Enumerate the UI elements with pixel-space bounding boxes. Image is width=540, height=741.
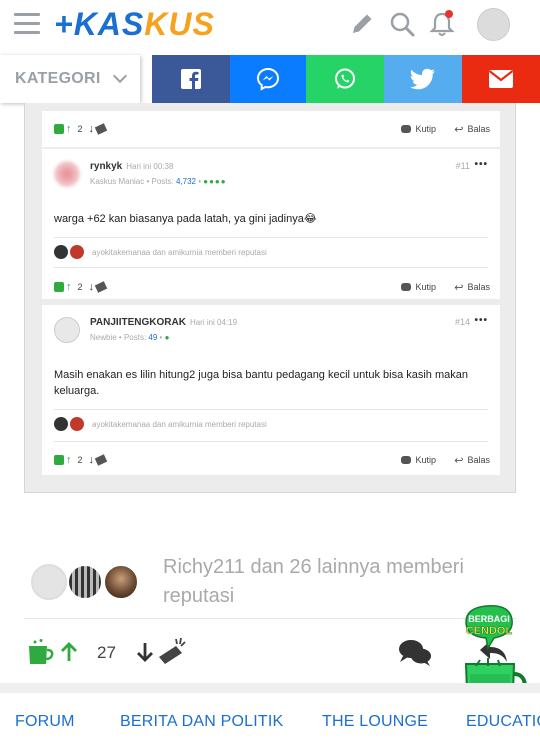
nav-the-lounge[interactable]: THE LOUNGE	[322, 713, 428, 731]
bata-icon[interactable]	[94, 281, 108, 293]
avatar[interactable]	[67, 564, 103, 600]
twitter-icon	[410, 68, 435, 90]
nav-berita-dan-politik[interactable]: BERITA DAN POLITIK	[120, 713, 283, 731]
share-twitter-button[interactable]	[384, 55, 462, 103]
upvote-icon[interactable]	[60, 642, 78, 662]
top-header: +KASKUS	[0, 0, 540, 52]
username[interactable]: PANJIITENGKORAK Hari ini 04:19	[90, 317, 237, 328]
quoted-vote-row: ↑ 2 ↓ Kutip ↩ Balas	[42, 446, 500, 474]
comment-icon[interactable]	[397, 638, 433, 668]
post-time: Hari ini 00:38	[126, 162, 174, 171]
bell-icon[interactable]	[428, 10, 456, 38]
share-whatsapp-button[interactable]	[306, 55, 384, 103]
avatar[interactable]	[54, 317, 80, 343]
share-facebook-button[interactable]	[152, 55, 230, 103]
share-email-button[interactable]	[462, 55, 540, 103]
kategori-dropdown[interactable]: KATEGORI	[0, 55, 140, 103]
section-separator	[0, 683, 540, 693]
user-meta: Newbie • Posts: 49 • ●	[90, 333, 171, 342]
upvote-icon[interactable]: ↑	[66, 123, 72, 135]
downvote-icon[interactable]: ↓	[89, 281, 95, 293]
quote-button[interactable]: Kutip	[401, 455, 436, 465]
vote-count: 2	[77, 282, 83, 292]
email-icon	[488, 70, 514, 88]
messenger-icon	[256, 67, 280, 91]
cendol-icon[interactable]	[54, 455, 64, 465]
divider	[54, 237, 488, 238]
facebook-icon	[181, 69, 201, 89]
cendol-icon[interactable]	[26, 638, 54, 666]
quoted-screenshot: ↑ 2 ↓ Kutip ↩ Balas rynkyk Hari ini 00:38 …	[24, 103, 516, 493]
bata-icon[interactable]	[94, 123, 108, 135]
quote-button[interactable]: Kutip	[401, 124, 436, 134]
quoted-post: rynkyk Hari ini 00:38 Kaskus Maniac • Pos…	[42, 149, 500, 299]
share-bar: KATEGORI	[0, 55, 540, 103]
search-icon[interactable]	[388, 10, 416, 38]
quoted-vote-row: ↑ 2 ↓ Kutip ↩ Balas	[42, 273, 500, 301]
upvote-icon[interactable]: ↑	[66, 281, 72, 293]
bata-icon[interactable]	[156, 636, 188, 666]
quoted-post: PANJIITENGKORAK Hari ini 04:19 Newbie • P…	[42, 305, 500, 475]
divider	[54, 441, 488, 442]
avatar[interactable]	[31, 564, 67, 600]
badge-line1: BERBAGI	[468, 614, 510, 624]
post-text: warga +62 kan biasanya pada latah, ya gi…	[54, 213, 317, 225]
quoted-vote-row: ↑ 2 ↓ Kutip ↩ Balas	[42, 115, 500, 143]
quote-button[interactable]: Kutip	[401, 282, 436, 292]
post-number[interactable]: #11	[456, 161, 470, 171]
menu-icon[interactable]	[14, 13, 40, 35]
post-text: Masih enakan es lilin hitung2 juga bisa …	[54, 369, 468, 397]
user-avatar[interactable]	[477, 8, 510, 41]
downvote-icon[interactable]: ↓	[89, 454, 95, 466]
post-time: Hari ini 04:19	[189, 318, 238, 327]
chevron-down-icon	[112, 68, 127, 84]
avatar[interactable]	[70, 417, 84, 431]
vote-count: 2	[77, 455, 83, 465]
reply-icon: ↩	[454, 123, 464, 136]
avatar[interactable]	[54, 161, 80, 187]
avatar[interactable]	[54, 245, 68, 259]
bottom-category-nav: FORUM BERITA DAN POLITIK THE LOUNGE EDUC…	[0, 693, 540, 741]
share-messenger-button[interactable]	[230, 55, 306, 103]
divider	[54, 409, 488, 410]
badge-line2: CENDOL	[466, 625, 513, 637]
bata-icon[interactable]	[94, 454, 108, 466]
reply-icon: ↩	[454, 281, 464, 294]
avatar[interactable]	[103, 564, 139, 600]
downvote-icon[interactable]: ↓	[89, 123, 95, 135]
post-number[interactable]: #14	[455, 317, 470, 327]
user-meta: Kaskus Maniac • Posts: 4,732 • ●●●●	[90, 177, 227, 186]
comment-icon	[401, 125, 412, 133]
avatar[interactable]	[70, 245, 84, 259]
more-icon[interactable]: •••	[474, 315, 488, 326]
reputation-row: ayokitakemanaa dan amikurnia memberi rep…	[54, 245, 267, 259]
divider	[24, 618, 516, 619]
nav-education[interactable]: EDUCATION	[466, 713, 540, 731]
vote-count: 2	[77, 124, 83, 134]
reply-button[interactable]: ↩ Balas	[454, 454, 490, 467]
pencil-icon[interactable]	[348, 10, 376, 38]
cendol-icon[interactable]	[54, 124, 64, 134]
comment-icon	[401, 283, 412, 291]
reputation-row: ayokitakemanaa dan amikurnia memberi rep…	[54, 417, 267, 431]
kaskus-logo[interactable]: +KASKUS	[54, 6, 215, 43]
reputation-text[interactable]: Richy211 dan 26 lainnya memberi reputasi	[163, 553, 503, 611]
upvote-icon[interactable]: ↑	[66, 454, 72, 466]
avatar[interactable]	[54, 417, 68, 431]
quoted-post-footer: ↑ 2 ↓ Kutip ↩ Balas	[42, 111, 500, 147]
cendol-icon[interactable]	[54, 282, 64, 292]
downvote-icon[interactable]	[136, 642, 154, 662]
vote-count: 27	[97, 643, 116, 662]
username[interactable]: rynkyk Hari ini 00:38	[90, 161, 173, 172]
whatsapp-icon	[335, 68, 355, 89]
kategori-label: KATEGORI	[15, 70, 101, 87]
reply-button[interactable]: ↩ Balas	[454, 281, 490, 294]
divider	[54, 267, 488, 268]
reply-button[interactable]: ↩ Balas	[454, 123, 490, 136]
comment-icon	[401, 456, 412, 464]
reply-icon: ↩	[454, 454, 464, 467]
more-icon[interactable]: •••	[474, 159, 488, 170]
nav-forum[interactable]: FORUM	[15, 713, 75, 731]
